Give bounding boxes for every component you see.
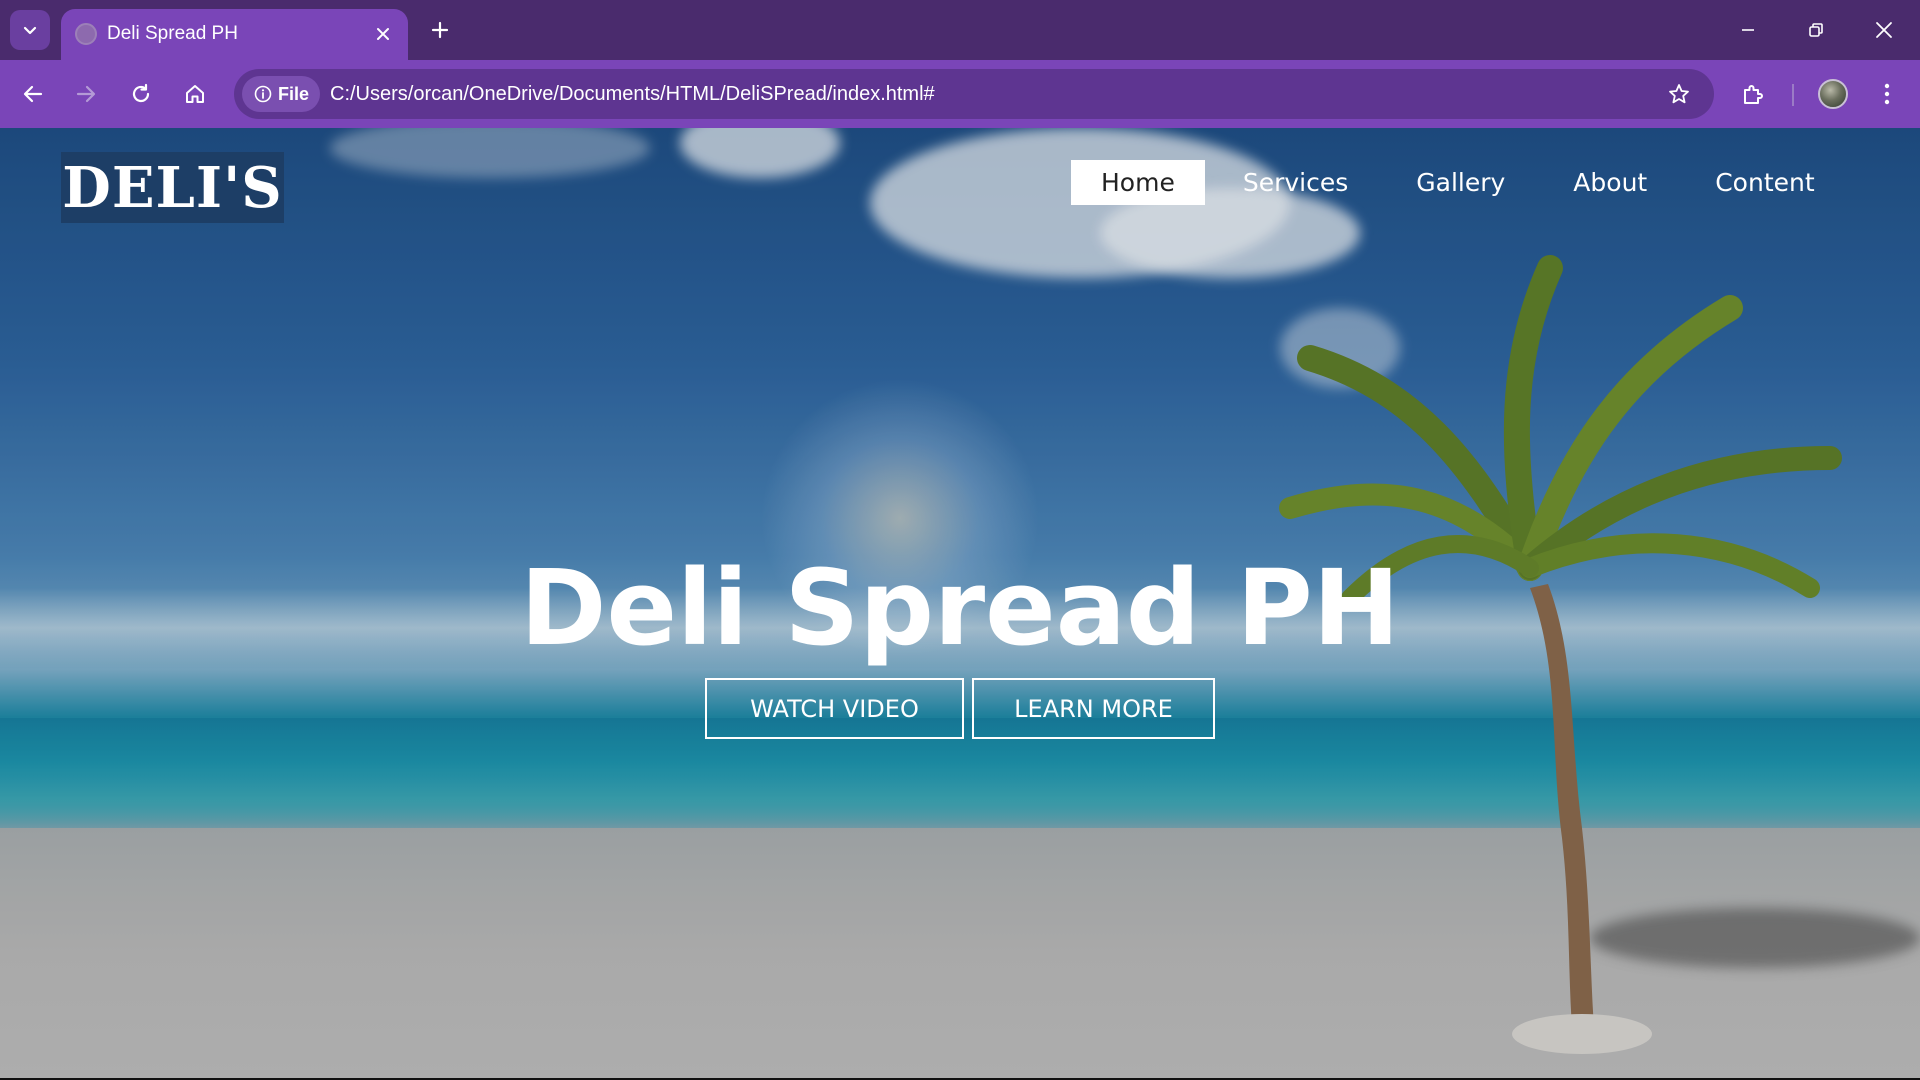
nav-item-services[interactable]: Services [1213,160,1378,205]
close-icon [377,28,389,40]
reload-button[interactable] [121,74,161,114]
back-button[interactable] [13,74,53,114]
main-nav: Home Services Gallery About Content [1071,160,1853,205]
scheme-label: File [278,83,310,104]
browser-menu-button[interactable] [1867,74,1907,114]
hero-section: DELI'S Home Services Gallery About Conte… [0,128,1920,1078]
tab-search-button[interactable] [10,10,50,50]
site-logo[interactable]: DELI'S [61,152,284,223]
kebab-menu-icon [1884,83,1890,105]
toolbar-divider [1792,84,1794,106]
close-icon [1876,22,1892,38]
watch-video-button[interactable]: WATCH VIDEO [705,678,964,739]
hero-title: Deli Spread PH [520,547,1400,669]
home-icon [186,85,204,103]
star-icon [1669,84,1689,104]
site-info-chip[interactable]: File [242,76,320,112]
nav-item-home[interactable]: Home [1071,160,1205,205]
minimize-button[interactable] [1726,8,1770,52]
tab-active[interactable]: Deli Spread PH [61,9,408,60]
info-icon [254,85,272,103]
minimize-icon [1742,29,1754,31]
tab-strip: Deli Spread PH [0,0,1920,60]
nav-item-about[interactable]: About [1543,160,1677,205]
forward-button[interactable] [66,74,106,114]
extensions-button[interactable] [1733,74,1773,114]
puzzle-icon [1744,85,1763,104]
nav-item-gallery[interactable]: Gallery [1386,160,1535,205]
new-tab-button[interactable] [422,12,458,48]
tab-close-button[interactable] [368,19,398,49]
close-window-button[interactable] [1862,8,1906,52]
arrow-left-icon [23,85,43,103]
learn-more-button[interactable]: LEARN MORE [972,678,1215,739]
globe-icon [75,23,97,45]
address-bar[interactable]: File C:/Users/orcan/OneDrive/Documents/H… [234,69,1714,119]
reload-icon [132,83,150,103]
tab-title: Deli Spread PH [107,23,238,44]
plus-icon [431,21,449,39]
home-button[interactable] [175,74,215,114]
avatar [1818,79,1848,109]
profile-button[interactable] [1813,74,1853,114]
hero-buttons: WATCH VIDEO LEARN MORE [705,678,1215,739]
arrow-right-icon [76,85,96,103]
restore-button[interactable] [1794,8,1838,52]
chevron-down-icon [23,26,37,35]
logo-text: DELI'S [62,154,283,221]
bookmark-button[interactable] [1664,79,1694,109]
browser-toolbar: File C:/Users/orcan/OneDrive/Documents/H… [0,60,1920,128]
nav-item-content[interactable]: Content [1685,160,1844,205]
restore-icon [1809,23,1823,37]
url-text[interactable]: C:/Users/orcan/OneDrive/Documents/HTML/D… [330,81,935,107]
